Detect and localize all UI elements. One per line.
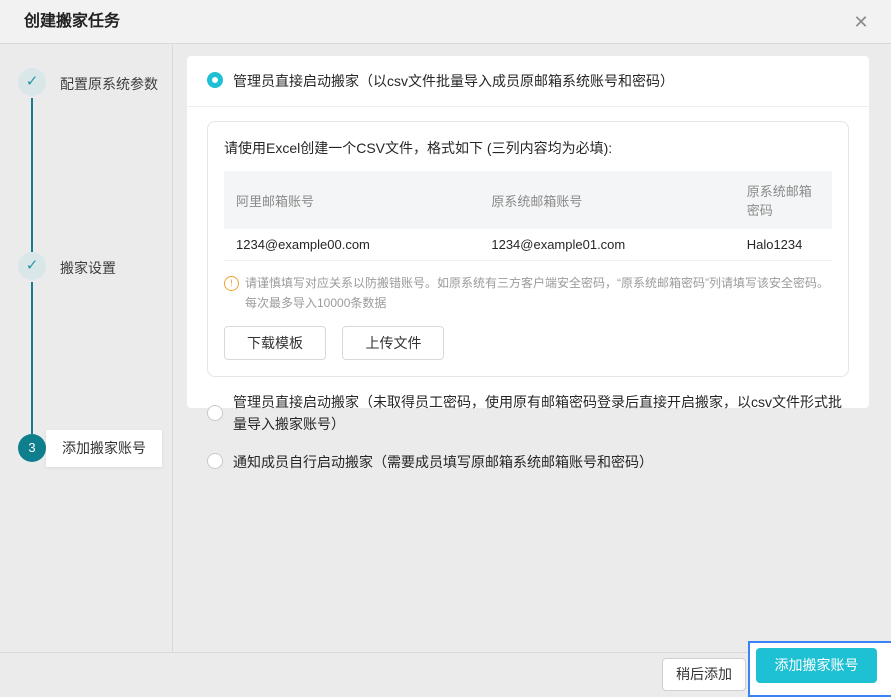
dialog-title: 创建搬家任务: [24, 13, 121, 30]
table-cell-origin-account: 1234@example01.com: [479, 229, 735, 261]
option-label: 管理员直接启动搬家（未取得员工密码，使用原有邮箱密码登录后直接开启搬家，以csv…: [233, 394, 842, 432]
option-label: 通知成员自行启动搬家（需要成员填写原邮箱系统邮箱账号和密码）: [233, 454, 653, 470]
step-connector-2: [31, 282, 33, 434]
options-card: 管理员直接启动搬家（以csv文件批量导入成员原邮箱系统账号和密码） 请使用Exc…: [187, 56, 869, 470]
warning-icon: !: [224, 276, 239, 291]
stepper: ✓ 配置原系统参数 ✓ 搬家设置 3: [0, 44, 172, 652]
table-header-origin-password: 原系统邮箱密码: [734, 171, 832, 229]
radio-option-admin-csv-passwords[interactable]: 管理员直接启动搬家（以csv文件批量导入成员原邮箱系统账号和密码）: [187, 56, 869, 107]
warning-note: ! 请谨慎填写对应关系以防搬错账号。如原系统有三方客户端安全密码，“原系统邮箱密…: [224, 273, 832, 313]
csv-instruction-text: 请使用Excel创建一个CSV文件，格式如下 (三列内容均为必填):: [224, 140, 613, 156]
warning-note-text: 请谨慎填写对应关系以防搬错账号。如原系统有三方客户端安全密码，“原系统邮箱密码”…: [245, 276, 829, 310]
upload-file-button[interactable]: 上传文件: [342, 326, 445, 360]
table-header-ali-account: 阿里邮箱账号: [224, 171, 480, 229]
table-header-row: 阿里邮箱账号 原系统邮箱账号 原系统邮箱密码: [224, 171, 832, 229]
option-label: 管理员直接启动搬家（以csv文件批量导入成员原邮箱系统账号和密码）: [233, 73, 674, 89]
add-later-button[interactable]: 稍后添加: [662, 658, 746, 691]
radio-unselected-icon[interactable]: [207, 453, 223, 469]
step-2-label: 搬家设置: [60, 260, 116, 276]
table-row: 1234@example00.com 1234@example01.com Ha…: [224, 229, 832, 261]
step-connector-1: [31, 98, 33, 252]
download-template-button[interactable]: 下载模板: [224, 326, 326, 360]
step-3-number: 3: [18, 434, 46, 462]
csv-format-table: 阿里邮箱账号 原系统邮箱账号 原系统邮箱密码 1234@example00.co…: [224, 171, 832, 261]
step-1-check-icon: ✓: [18, 68, 46, 96]
radio-unselected-icon[interactable]: [207, 405, 223, 421]
csv-instructions-panel: 请使用Excel创建一个CSV文件，格式如下 (三列内容均为必填): 阿里邮箱账…: [207, 121, 849, 377]
highlight-box: 添加搬家账号: [748, 641, 891, 697]
csv-panel-buttons: 下载模板 上传文件: [224, 326, 832, 360]
radio-option-admin-no-passwords[interactable]: 管理员直接启动搬家（未取得员工密码，使用原有邮箱密码登录后直接开启搬家，以csv…: [187, 377, 869, 439]
dialog-header: 创建搬家任务 ✕: [0, 0, 891, 44]
step-2-check-icon: ✓: [18, 252, 46, 280]
add-migration-account-button[interactable]: 添加搬家账号: [756, 648, 877, 683]
radio-selected-icon[interactable]: [207, 72, 223, 88]
step-3-label: 添加搬家账号: [46, 430, 162, 467]
table-cell-origin-password: Halo1234: [734, 229, 832, 261]
close-icon[interactable]: ✕: [847, 0, 875, 44]
table-header-origin-account: 原系统邮箱账号: [479, 171, 735, 229]
step-1-label: 配置原系统参数: [60, 76, 158, 92]
radio-option-notify-members[interactable]: 通知成员自行启动搬家（需要成员填写原邮箱系统邮箱账号和密码）: [187, 439, 869, 485]
table-cell-ali-account: 1234@example00.com: [224, 229, 480, 261]
sidebar-divider: [172, 45, 173, 652]
